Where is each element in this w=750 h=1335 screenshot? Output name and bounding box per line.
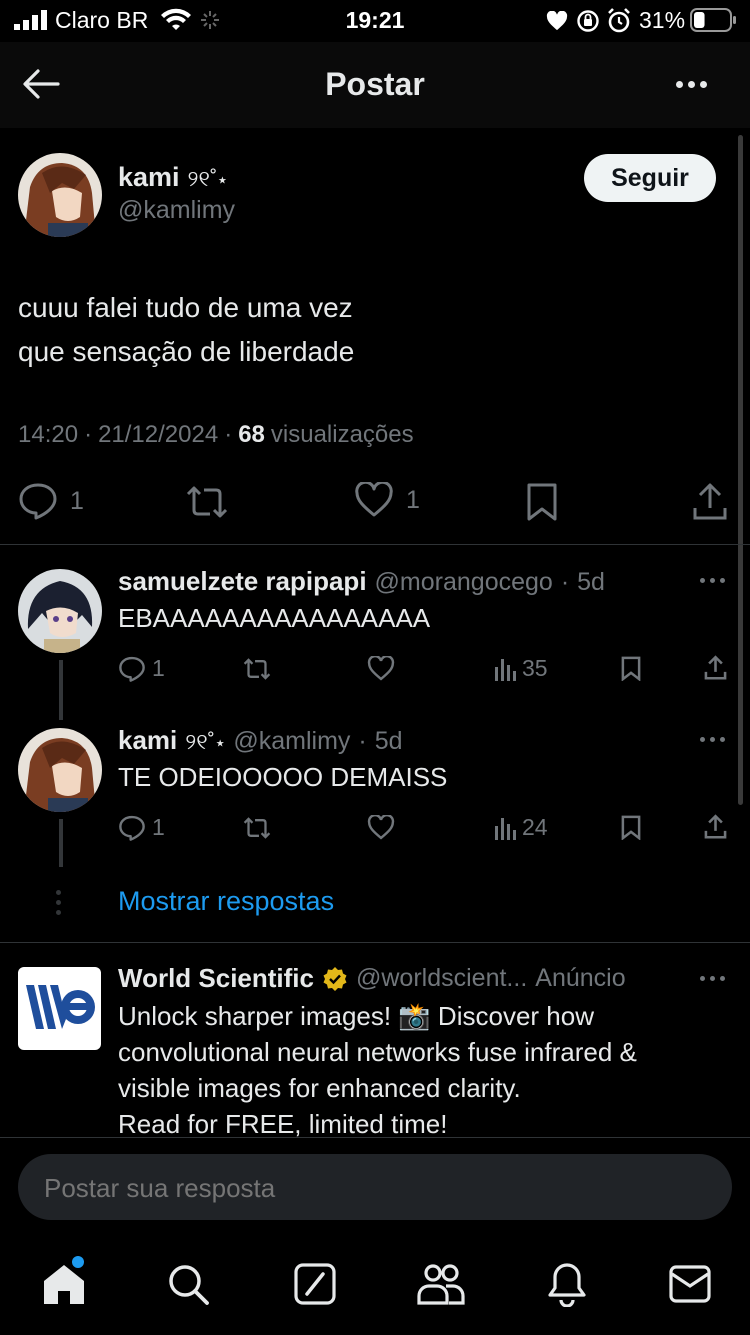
post-text-line: que sensação de liberdade xyxy=(18,336,355,367)
advertiser-logo[interactable] xyxy=(18,967,101,1050)
heart-icon xyxy=(354,482,394,518)
heart-icon[interactable] xyxy=(367,815,395,840)
author-handle[interactable]: @kamlimy xyxy=(118,196,235,225)
ad-more-icon[interactable] xyxy=(700,976,725,981)
top-app-bar: Postar xyxy=(0,42,750,128)
reply-reply-count: 1 xyxy=(152,655,165,681)
ad-header: World Scientific @worldscient... Anúncio xyxy=(118,963,626,994)
reply-icon xyxy=(118,656,146,682)
ad-label: Anúncio xyxy=(535,964,626,992)
messages-icon[interactable] xyxy=(669,1265,711,1303)
share-icon[interactable] xyxy=(704,814,727,840)
thread-line xyxy=(59,660,63,720)
views-icon xyxy=(494,816,516,840)
battery-percent: 31% xyxy=(639,7,686,33)
verified-badge-icon xyxy=(322,966,348,992)
like-action[interactable]: 1 xyxy=(354,482,420,518)
post-date[interactable]: 21/12/2024 xyxy=(98,421,218,449)
reply-text: TE ODEIOOOOO DEMAISS xyxy=(118,762,448,792)
views-icon xyxy=(494,657,516,681)
ad-text-line: visible images for enhanced clarity. xyxy=(118,1073,521,1103)
reply-action[interactable]: 1 xyxy=(18,482,84,520)
reply-age: 5d xyxy=(374,727,403,755)
reply-author-name[interactable]: samuelzete rapipapi xyxy=(118,566,367,597)
status-bar: Claro BR 19:21 31% xyxy=(0,0,750,42)
reply-icon xyxy=(118,815,146,841)
rotation-lock-icon xyxy=(576,9,600,33)
more-options-icon[interactable] xyxy=(676,81,707,88)
reply-text: EBAAAAAAAAAAAAAAAA xyxy=(118,603,431,633)
grok-icon[interactable] xyxy=(294,1263,336,1305)
post-text-line: cuuu falei tudo de uma vez xyxy=(18,292,353,323)
like-count: 1 xyxy=(406,485,420,514)
thread-line xyxy=(59,819,63,867)
reply-views-count: 35 xyxy=(522,655,548,681)
thread-dots-icon xyxy=(56,890,61,915)
reply-views-action[interactable]: 24 xyxy=(494,814,548,841)
reply-input[interactable] xyxy=(42,1154,706,1222)
repost-icon[interactable] xyxy=(184,484,230,520)
reply-more-icon[interactable] xyxy=(700,737,725,742)
home-notification-dot xyxy=(72,1256,84,1268)
repost-icon[interactable] xyxy=(242,657,272,681)
author-name-row: kami ୨୧˚⋆ xyxy=(118,162,228,193)
reply-composer[interactable] xyxy=(18,1154,732,1222)
bookmark-icon[interactable] xyxy=(526,482,558,522)
views-count: 68 xyxy=(238,421,265,448)
ad-text-line: convolutional neural networks fuse infra… xyxy=(118,1037,637,1067)
reply-author-handle[interactable]: @kamlimy xyxy=(233,727,350,756)
reply-header: kami ୨୧˚⋆ @kamlimy · 5d xyxy=(118,725,403,756)
divider xyxy=(0,544,750,545)
reply-author-name[interactable]: kami xyxy=(118,725,177,756)
repost-icon[interactable] xyxy=(242,816,272,840)
reply-reply-action[interactable]: 1 xyxy=(118,655,165,682)
ad-body: Unlock sharper images! 📸 Discover how co… xyxy=(118,998,738,1142)
reply-reply-action[interactable]: 1 xyxy=(118,814,165,841)
ad-author-handle[interactable]: @worldscient... xyxy=(356,964,527,993)
ad-author-name[interactable]: World Scientific xyxy=(118,963,314,994)
reply-author-handle[interactable]: @morangocego xyxy=(375,568,553,597)
notifications-icon[interactable] xyxy=(547,1261,587,1307)
heart-status-icon xyxy=(546,11,568,31)
views-label: visualizações xyxy=(270,421,414,448)
bookmark-icon[interactable] xyxy=(621,815,641,840)
clock: 19:21 xyxy=(345,7,405,33)
heart-icon[interactable] xyxy=(367,656,395,681)
search-icon[interactable] xyxy=(166,1262,210,1306)
communities-icon[interactable] xyxy=(416,1262,466,1306)
bookmark-icon[interactable] xyxy=(621,656,641,681)
share-icon[interactable] xyxy=(692,482,728,522)
post-meta: 14:20 · 21/12/2024 · 68 visualizações xyxy=(18,421,414,449)
share-icon[interactable] xyxy=(704,655,727,681)
author-name[interactable]: kami xyxy=(118,162,180,193)
reply-reply-count: 1 xyxy=(152,814,165,840)
reply-views-action[interactable]: 35 xyxy=(494,655,548,682)
post-body: cuuu falei tudo de uma vez que sensação … xyxy=(18,286,354,374)
divider xyxy=(0,942,750,943)
alarm-icon xyxy=(607,8,631,34)
home-icon[interactable] xyxy=(42,1263,86,1305)
reply-count: 1 xyxy=(70,486,84,515)
reply-age: 5d xyxy=(577,568,605,596)
scrollbar[interactable] xyxy=(738,135,743,805)
reply-icon xyxy=(18,482,58,520)
reply-header: samuelzete rapipapi @morangocego · 5d xyxy=(118,566,605,597)
author-avatar[interactable] xyxy=(18,153,102,237)
reply-avatar[interactable] xyxy=(18,569,102,653)
post-time[interactable]: 14:20 xyxy=(18,421,78,449)
follow-button[interactable]: Seguir xyxy=(584,154,716,202)
show-replies-link[interactable]: Mostrar respostas xyxy=(118,886,334,917)
reply-views-count: 24 xyxy=(522,814,548,840)
battery-icon xyxy=(690,8,738,32)
reply-avatar[interactable] xyxy=(18,728,102,812)
author-decoration: ୨୧˚⋆ xyxy=(187,166,228,191)
reply-author-decoration: ୨୧˚⋆ xyxy=(185,729,226,754)
reply-more-icon[interactable] xyxy=(700,578,725,583)
page-title: Postar xyxy=(325,66,425,102)
ad-text-line: Unlock sharper images! 📸 Discover how xyxy=(118,1001,594,1031)
